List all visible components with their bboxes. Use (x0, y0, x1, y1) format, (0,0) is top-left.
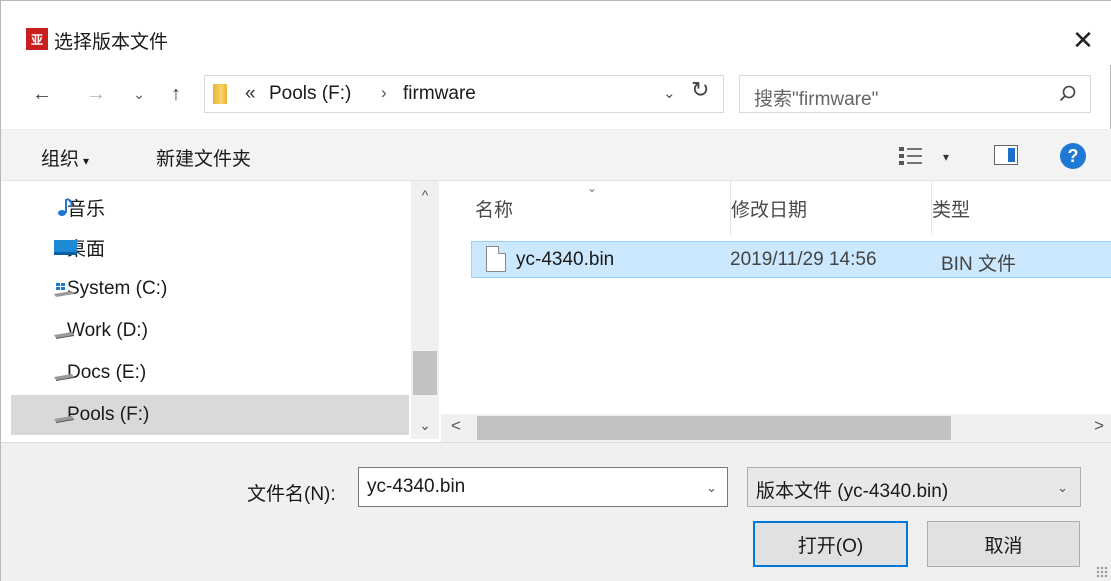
column-header-modified[interactable]: 修改日期 (730, 181, 930, 235)
nav-item-pools-f[interactable]: Pools (F:) (11, 395, 409, 435)
scroll-right-icon[interactable]: > (1094, 416, 1104, 436)
new-folder-button[interactable]: 新建文件夹 (156, 144, 251, 171)
breadcrumb-overflow[interactable]: « (245, 83, 256, 105)
back-button[interactable]: ← (27, 79, 57, 109)
address-dropdown-icon[interactable]: ⌄ (663, 84, 676, 102)
breadcrumb-pools[interactable]: Pools (F:) (269, 83, 351, 105)
scrollbar-thumb[interactable] (477, 416, 951, 440)
organize-label: 组织 (41, 149, 80, 170)
column-header-label: 名称 (475, 199, 514, 221)
windows-drive-icon (54, 283, 74, 297)
view-dropdown-icon[interactable]: ▾ (943, 150, 949, 164)
view-options-icon[interactable] (898, 145, 924, 167)
file-type: BIN 文件 (941, 254, 1016, 275)
desktop-icon (54, 240, 77, 255)
command-toolbar: 组织 ▾ 新建文件夹 ▾ ? (1, 129, 1111, 181)
search-icon[interactable] (1058, 84, 1078, 104)
nav-item-label: System (C:) (67, 278, 168, 299)
search-input[interactable]: 搜索"firmware" (739, 75, 1091, 113)
close-button[interactable]: ✕ (1068, 25, 1098, 55)
nav-item-music[interactable]: 音乐 (11, 187, 409, 227)
breadcrumb-firmware[interactable]: firmware (403, 83, 476, 105)
file-modified: 2019/11/29 14:56 (730, 249, 877, 270)
music-note-icon (58, 198, 73, 216)
open-button[interactable]: 打开(O) (753, 521, 908, 567)
breadcrumb-separator[interactable]: › (381, 83, 387, 103)
drive-icon (54, 416, 74, 423)
scroll-up-icon[interactable]: ^ (411, 187, 439, 203)
forward-button[interactable]: → (81, 79, 111, 109)
chevron-down-icon[interactable]: ⌄ (706, 480, 717, 496)
up-button[interactable]: ↑ (161, 79, 191, 109)
nav-item-docs-e[interactable]: Docs (E:) (11, 353, 409, 393)
scroll-down-icon[interactable]: ⌄ (411, 417, 439, 434)
scrollbar-thumb[interactable] (413, 351, 437, 395)
recent-locations-button[interactable]: ⌄ (129, 79, 149, 109)
dialog-title: 选择版本文件 (54, 32, 169, 53)
nav-item-label: Pools (F:) (67, 404, 150, 425)
file-list-horizontal-scrollbar[interactable]: < > (441, 414, 1111, 442)
scroll-left-icon[interactable]: < (451, 416, 461, 436)
column-header-name[interactable]: 名称 (475, 181, 720, 235)
filename-value: yc-4340.bin (367, 476, 466, 497)
drive-icon (54, 374, 74, 381)
file-icon (486, 246, 506, 272)
title-bar: 亚 选择版本文件 ✕ (1, 1, 1111, 65)
nav-item-work-d[interactable]: Work (D:) (11, 311, 409, 351)
nav-item-label: Work (D:) (67, 320, 148, 341)
nav-pane-scrollbar[interactable]: ^ ⌄ (411, 181, 439, 439)
file-row[interactable]: yc-4340.bin 2019/11/29 14:56 BIN 文件 (471, 241, 1111, 278)
nav-item-label: Docs (E:) (67, 362, 147, 383)
filetype-select[interactable]: 版本文件 (yc-4340.bin) ⌄ (747, 467, 1081, 507)
chevron-down-icon: ▾ (83, 154, 90, 168)
address-bar[interactable]: « Pools (F:) › firmware (204, 75, 724, 113)
search-placeholder: 搜索"firmware" (754, 89, 879, 110)
resize-grip-icon[interactable] (1096, 566, 1108, 578)
preview-pane-icon[interactable] (994, 145, 1018, 165)
organize-menu-button[interactable]: 组织 ▾ (41, 144, 89, 171)
filename-label: 文件名(N): (247, 484, 336, 505)
file-open-dialog: 亚 选择版本文件 ✕ ← → ⌄ ↑ « Pools (F:) › firmwa… (0, 0, 1111, 581)
chevron-down-icon: ⌄ (1057, 480, 1068, 495)
column-header-type[interactable]: 类型 (931, 181, 1111, 235)
cancel-button[interactable]: 取消 (927, 521, 1080, 567)
dialog-footer: 文件名(N): yc-4340.bin ⌄ 版本文件 (yc-4340.bin)… (1, 442, 1111, 581)
filetype-value: 版本文件 (yc-4340.bin) (756, 481, 949, 502)
app-logo-icon: 亚 (26, 28, 48, 50)
file-list: ⌄ 名称 修改日期 类型 yc-4340.bin 2019/11/29 14:5… (441, 181, 1111, 416)
file-name: yc-4340.bin (516, 249, 615, 270)
nav-item-system-c[interactable]: System (C:) (11, 269, 409, 309)
navigation-pane: 音乐 桌面 System (C:) Work (D:) Docs (E:) Po… (1, 181, 441, 439)
filename-input[interactable]: yc-4340.bin ⌄ (358, 467, 728, 507)
nav-item-desktop[interactable]: 桌面 (11, 227, 409, 267)
folder-icon (213, 84, 227, 104)
drive-icon (54, 332, 74, 339)
column-header-label: 修改日期 (731, 199, 808, 221)
help-icon[interactable]: ? (1060, 143, 1086, 169)
refresh-icon[interactable]: ↻ (691, 77, 709, 103)
column-header-label: 类型 (932, 199, 971, 221)
